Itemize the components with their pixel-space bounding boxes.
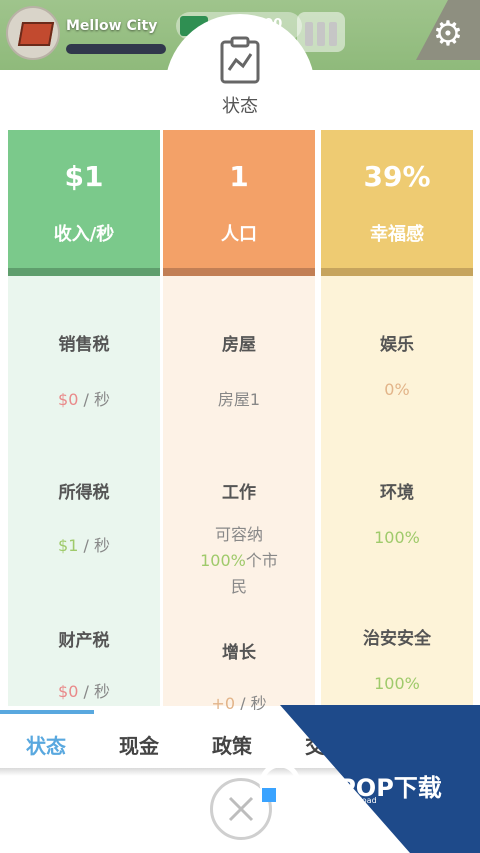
close-icon <box>228 796 254 822</box>
income-column: $1 收入/秒 销售税 $0 / 秒 所得税 $1 / 秒 财产税 $0 / 秒 <box>8 130 160 706</box>
safety-value: 100% <box>374 674 420 693</box>
income-tax-value: $1 / 秒 <box>58 536 110 555</box>
property-tax-title: 财产税 <box>58 631 110 651</box>
entertainment-title: 娱乐 <box>380 335 414 355</box>
environment-value: 100% <box>374 528 420 547</box>
growth-title: 增长 <box>222 643 256 663</box>
housing-title: 房屋 <box>222 335 256 355</box>
sales-tax-title: 销售税 <box>58 335 110 355</box>
clipboard-chart-icon <box>220 36 260 84</box>
property-tax-value: $0 / 秒 <box>58 682 110 701</box>
entertainment-value: 0% <box>384 380 410 399</box>
tab-cash[interactable]: 现金 <box>119 730 159 759</box>
watermark-subtitle: PCPOP Download <box>308 796 377 805</box>
active-tab-indicator <box>0 710 94 714</box>
city-badge[interactable]: Mellow City <box>6 6 166 60</box>
watermark-logo-icon <box>259 762 301 804</box>
sales-tax-value: $0 / 秒 <box>58 390 110 409</box>
city-name: Mellow City <box>66 18 158 34</box>
population-label: 人口 <box>221 224 257 245</box>
panel-title: 状态 <box>222 96 258 117</box>
gear-icon[interactable]: ⚙ <box>430 16 466 52</box>
income-label: 收入/秒 <box>53 224 115 245</box>
happiness-value: 39% <box>363 160 431 193</box>
city-progress-bar <box>66 44 166 54</box>
housing-value: 房屋1 <box>217 390 261 409</box>
tab-policy[interactable]: 政策 <box>212 730 252 759</box>
happiness-header: 39% 幸福感 <box>321 130 473 268</box>
happiness-column: 39% 幸福感 娱乐 0% 环境 100% 治安安全 100% <box>321 130 473 706</box>
population-column: 1 人口 房屋 房屋1 工作 可容纳 100%个市 民 增长 +0 / 秒 <box>163 130 315 713</box>
tab-status[interactable]: 状态 <box>26 730 66 759</box>
stats-icon[interactable] <box>297 12 345 52</box>
jobs-title: 工作 <box>222 483 256 503</box>
income-value: $1 <box>64 160 104 193</box>
environment-title: 环境 <box>380 483 414 503</box>
city-icon <box>6 6 60 60</box>
jobs-value: 可容纳 100%个市 民 <box>200 525 278 596</box>
population-header: 1 人口 <box>163 130 315 268</box>
income-header: $1 收入/秒 <box>8 130 160 268</box>
population-value: 1 <box>229 160 249 193</box>
income-tax-title: 所得税 <box>58 483 110 503</box>
happiness-label: 幸福感 <box>370 224 424 245</box>
safety-title: 治安安全 <box>363 629 431 649</box>
